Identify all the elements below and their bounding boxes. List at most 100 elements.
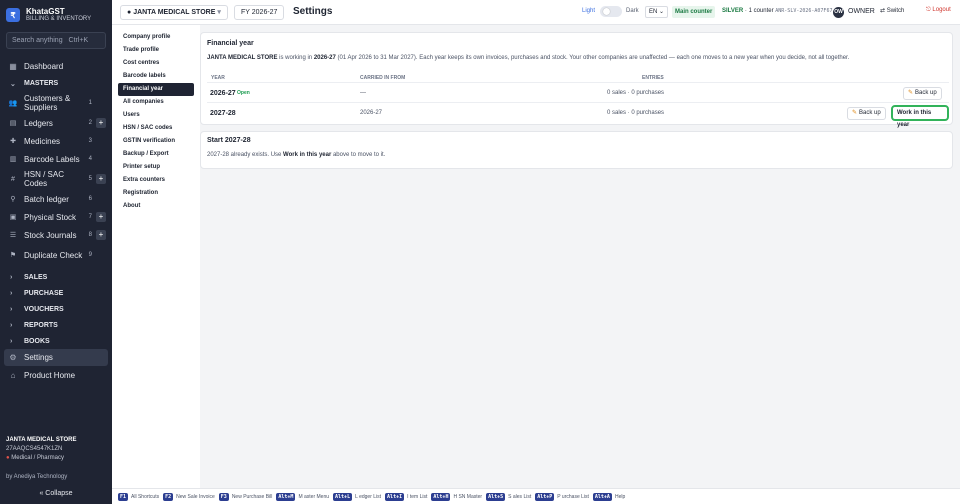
nav-item-count: 6: [88, 196, 92, 202]
nav-section-label: MASTERS: [24, 80, 59, 87]
row-carried: 2026-27: [360, 110, 383, 116]
shortcut-key: Alt+A: [592, 492, 612, 501]
nav-settings[interactable]: ⚙ Settings: [4, 349, 108, 366]
nav-item-label: Duplicate Check: [24, 250, 83, 260]
subnav-item[interactable]: Printer setup: [118, 161, 194, 174]
desc-rest: (01 Apr 2026 to 31 Mar 2027). Each year …: [335, 55, 850, 61]
start-year-description: 2027-28 already exists. Use Work in this…: [207, 152, 385, 158]
nav-section[interactable]: › VOUCHERS: [0, 301, 112, 317]
shortcut-key: Alt+M: [276, 492, 296, 501]
subnav-item[interactable]: Users: [118, 109, 194, 122]
company-switcher[interactable]: ● JANTA MEDICAL STORE ▾: [120, 5, 228, 20]
add-icon[interactable]: +: [96, 174, 106, 184]
subnav-item[interactable]: Cost centres: [118, 57, 194, 70]
table-header: YEAR CARRIED IN FROM ENTRIES: [207, 73, 949, 83]
logout-button[interactable]: ⎋ Logout: [926, 7, 951, 14]
subnav-item[interactable]: HSN / SAC codes: [118, 122, 194, 135]
work-in-this-year-button[interactable]: Work in this year: [891, 105, 949, 128]
nav-item[interactable]: ▣ Physical Stock 7 +: [0, 208, 112, 226]
shortcut-item[interactable]: Alt+A Help: [592, 492, 625, 501]
add-icon[interactable]: +: [96, 230, 106, 240]
shortcut-item[interactable]: F3 New Purchase Bill: [218, 492, 273, 501]
language-select[interactable]: EN ⌄: [645, 6, 669, 18]
switch-button[interactable]: ⇄ Switch: [880, 7, 904, 14]
subnav-item[interactable]: Financial year: [118, 83, 194, 96]
desc-b: Work in this year: [283, 152, 332, 158]
brand-subtitle: BILLING & INVENTORY: [26, 16, 92, 22]
nav-section[interactable]: › SALES: [0, 269, 112, 285]
sidebar: ₹ KhataGST BILLING & INVENTORY Search an…: [0, 0, 112, 504]
nav-section[interactable]: › REPORTS: [0, 317, 112, 333]
nav-section-label: BOOKS: [24, 337, 50, 345]
shortcut-key: F2: [163, 492, 174, 501]
nav-item[interactable]: ✚ Medicines 3: [0, 132, 112, 150]
nav-item[interactable]: # HSN / SAC Codes 5 +: [0, 168, 112, 190]
shortcut-label: H SN Master: [453, 493, 483, 500]
subnav-item[interactable]: Barcode labels: [118, 70, 194, 83]
search-input[interactable]: Search anything Ctrl+K: [6, 32, 106, 49]
nav-item[interactable]: ☰ Stock Journals 8 +: [0, 226, 112, 244]
nav-item-label: Barcode Labels: [24, 154, 80, 164]
nav-dashboard[interactable]: ▦ Dashboard: [0, 57, 112, 75]
nav-item-count: 4: [88, 156, 92, 162]
financial-year-description: JANTA MEDICAL STORE is working in 2026-2…: [207, 55, 849, 61]
subnav-item[interactable]: GSTIN verification: [118, 135, 194, 148]
shortcut-label: New Purchase Bill: [231, 493, 273, 500]
add-icon[interactable]: +: [96, 118, 106, 128]
nav-section-masters[interactable]: ⌄ MASTERS: [0, 75, 112, 92]
users-icon: 👥: [8, 100, 18, 107]
backup-icon: ✎: [852, 110, 858, 116]
swap-icon: ⇄: [880, 8, 886, 14]
nav-section[interactable]: › PURCHASE: [0, 285, 112, 301]
nav-section[interactable]: › BOOKS: [0, 333, 112, 349]
collapse-button[interactable]: « Collapse: [0, 490, 112, 497]
nav-item[interactable]: ⚲ Batch ledger 6: [0, 190, 112, 208]
backup-button[interactable]: ✎ Back up: [847, 107, 886, 120]
subnav-item[interactable]: Backup / Export: [118, 148, 194, 161]
chevron-right-icon: ›: [10, 273, 13, 281]
nav-item[interactable]: ⚑ Duplicate Check 9: [0, 244, 112, 266]
shortcut-item[interactable]: Alt+H H SN Master: [431, 492, 483, 501]
nav-item[interactable]: ▥ Barcode Labels 4: [0, 150, 112, 168]
shortcut-item[interactable]: Alt+S S ales List: [486, 492, 531, 501]
nav-item-label: Stock Journals: [24, 230, 77, 240]
nav-item[interactable]: ▤ Ledgers 2 +: [0, 114, 112, 132]
rupee-logo-icon: ₹: [6, 8, 20, 22]
backup-button[interactable]: ✎ Back up: [903, 87, 942, 100]
theme-toggle[interactable]: [600, 6, 622, 17]
shortcut-item[interactable]: Alt+I I tem List: [385, 492, 427, 501]
settings-subnav: Company profile Trade profile Cost centres…: [112, 25, 200, 488]
footer-gstin: 27AAQCS4547K1ZN: [6, 446, 63, 452]
shortcut-item[interactable]: Alt+M M aster Menu: [276, 492, 329, 501]
subnav-item[interactable]: About: [118, 200, 194, 213]
subnav-item[interactable]: Registration: [118, 187, 194, 200]
company-switcher-label: JANTA MEDICAL STORE: [133, 9, 216, 16]
license-counter: · 1 counter: [744, 8, 774, 14]
chevron-down-icon: ⌄: [10, 80, 16, 88]
shortcut-item[interactable]: Alt+P P urchase List: [535, 492, 589, 501]
subnav-item[interactable]: Extra counters: [118, 174, 194, 187]
add-icon[interactable]: +: [96, 212, 106, 222]
subnav-item[interactable]: Company profile: [118, 31, 194, 44]
shortcut-key: F3: [218, 492, 229, 501]
col-carried: CARRIED IN FROM: [360, 75, 406, 81]
shortcut-key: F1: [118, 492, 129, 501]
subnav-item[interactable]: All companies: [118, 96, 194, 109]
shortcut-item[interactable]: Alt+L L edger List: [333, 492, 381, 501]
nav-item[interactable]: 👥 Customers & Suppliers 1: [0, 92, 112, 114]
theme-dark-label: Dark: [626, 8, 639, 14]
footer-company: JANTA MEDICAL STORE: [6, 437, 77, 443]
shortcut-item[interactable]: F2 New Sale Invoice: [163, 492, 215, 501]
subnav-item[interactable]: Trade profile: [118, 44, 194, 57]
status-badge: Open: [237, 90, 250, 96]
license-code: ANR-SLV-2026-A07F67: [775, 8, 833, 14]
nav-product-home[interactable]: ⌂ Product Home: [0, 366, 112, 384]
shortcut-item[interactable]: F1 All Shortcuts: [118, 492, 159, 501]
col-year: YEAR: [211, 75, 225, 81]
nav-item-label: Ledgers: [24, 118, 53, 128]
logout-icon: ⎋: [926, 7, 931, 13]
avatar[interactable]: OW: [833, 7, 844, 18]
nav-item-label: Physical Stock: [24, 212, 77, 222]
fy-selector[interactable]: FY 2026-27: [234, 5, 285, 20]
desc-c: above to move to it.: [331, 152, 386, 158]
